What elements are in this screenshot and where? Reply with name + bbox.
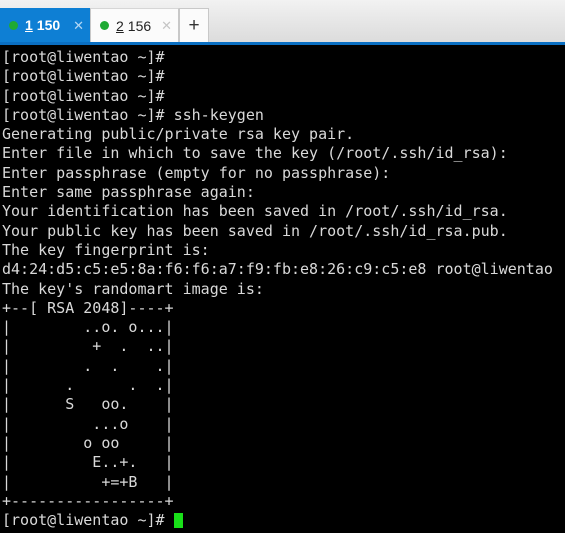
terminal-line: Enter passphrase (empty for no passphras… <box>2 163 391 182</box>
randomart-row: | S oo. | <box>2 395 174 414</box>
tab-bar: 1 150 ✕ 2 156 ✕ + <box>0 0 565 45</box>
new-tab-button[interactable]: + <box>179 8 209 42</box>
terminal-line: [root@liwentao ~]# <box>2 67 165 86</box>
tab-number: 1 <box>25 17 33 33</box>
randomart-row: | ..o. o...| <box>2 318 174 337</box>
terminal-tab-2[interactable]: 2 156 ✕ <box>90 8 179 42</box>
randomart-row: | . . .| <box>2 376 174 395</box>
randomart-row: | +=+B | <box>2 472 174 491</box>
terminal-line: Your public key has been saved in /root/… <box>2 221 508 240</box>
terminal-output[interactable]: [root@liwentao ~]# [root@liwentao ~]# [r… <box>0 45 565 530</box>
randomart-row: | + . ..| <box>2 337 174 356</box>
terminal-line: The key fingerprint is: <box>2 240 210 259</box>
terminal-line: Enter file in which to save the key (/ro… <box>2 144 508 163</box>
randomart-row: | ...o | <box>2 414 174 433</box>
tab-number: 2 <box>116 17 124 34</box>
randomart-row: | . . .| <box>2 356 174 375</box>
terminal-line: Your identification has been saved in /r… <box>2 202 508 221</box>
close-icon[interactable]: ✕ <box>73 19 84 32</box>
prompt-text: [root@liwentao ~]# <box>2 511 174 530</box>
tab-label: 150 <box>36 17 61 33</box>
randomart-border-top: +--[ RSA 2048]----+ <box>2 298 174 317</box>
terminal-line: [root@liwentao ~]# <box>2 86 165 105</box>
text-cursor <box>173 513 183 529</box>
terminal-tab-1[interactable]: 1 150 ✕ <box>0 8 90 42</box>
close-icon[interactable]: ✕ <box>161 19 172 32</box>
terminal-line: Enter same passphrase again: <box>2 183 255 202</box>
randomart-row: | o oo | <box>2 433 174 452</box>
status-dot-icon <box>9 20 18 30</box>
terminal-line-fingerprint: d4:24:d5:c5:e5:8a:f6:f6:a7:f9:fb:e8:26:c… <box>2 260 553 279</box>
terminal-line: [root@liwentao ~]# ssh-keygen <box>2 105 264 124</box>
randomart-border-bottom: +-----------------+ <box>2 491 174 510</box>
status-dot-icon <box>100 21 109 30</box>
terminal-line: The key's randomart image is: <box>2 279 264 298</box>
tab-label: 156 <box>127 17 152 34</box>
terminal-line: Generating public/private rsa key pair. <box>2 125 355 144</box>
terminal-line: [root@liwentao ~]# <box>2 48 165 66</box>
randomart-row: | E..+. | <box>2 453 174 472</box>
terminal-prompt-line: [root@liwentao ~]# <box>2 511 565 530</box>
